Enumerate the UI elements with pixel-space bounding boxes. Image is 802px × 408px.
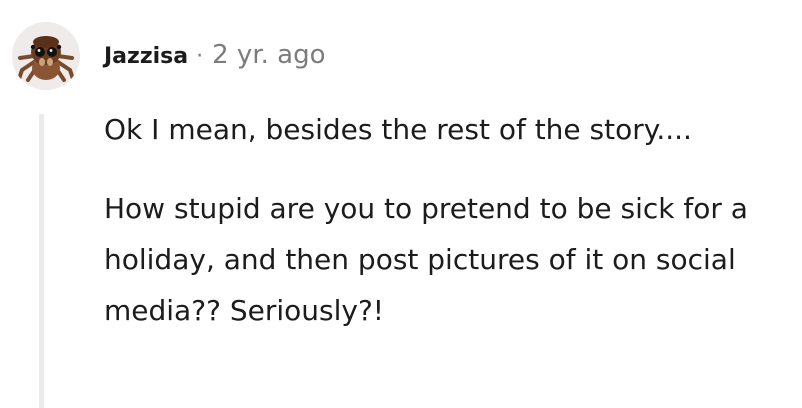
username-link[interactable]: Jazzisa <box>104 44 188 69</box>
comment-paragraph: Ok I mean, besides the rest of the story… <box>104 113 692 146</box>
meta-separator: · <box>196 44 204 69</box>
comment-timestamp[interactable]: 2 yr. ago <box>212 40 325 70</box>
user-avatar[interactable] <box>12 22 80 90</box>
jumping-spider-icon <box>12 22 80 90</box>
comment-meta: Jazzisa · 2 yr. ago <box>104 40 326 76</box>
thread-collapse-line[interactable] <box>39 114 44 408</box>
comment-body: Ok I mean, besides the rest of the story… <box>104 104 794 364</box>
comment-paragraph: How stupid are you to pretend to be sick… <box>104 192 748 327</box>
